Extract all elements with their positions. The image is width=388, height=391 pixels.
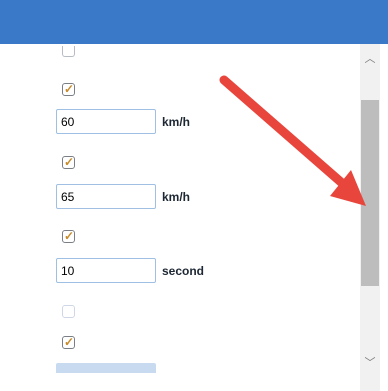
settings-panel: ✓ km/h ✓ km/h ✓ second ✓ — [0, 44, 360, 391]
unit-label: km/h — [162, 115, 191, 129]
unit-label: km/h — [162, 190, 191, 204]
unit-label: second — [162, 264, 205, 278]
checkbox-checked[interactable]: ✓ — [62, 82, 75, 96]
checkmark-icon: ✓ — [64, 155, 75, 169]
checkbox-unchecked[interactable] — [62, 305, 75, 318]
vertical-scrollbar[interactable]: ︿ ﹀ — [360, 44, 380, 391]
app-header-bar — [0, 0, 388, 44]
checkmark-icon: ✓ — [64, 229, 75, 243]
scroll-up-icon[interactable]: ︿ — [360, 49, 380, 69]
speed-input[interactable] — [56, 109, 156, 134]
checkmark-icon: ✓ — [64, 82, 75, 96]
checkbox-checked[interactable]: ✓ — [62, 229, 75, 243]
speed-input[interactable] — [56, 184, 156, 209]
checkbox-checked[interactable]: ✓ — [62, 335, 75, 349]
checkbox-checked[interactable]: ✓ — [62, 155, 75, 169]
scroll-down-icon[interactable]: ﹀ — [360, 353, 380, 373]
duration-input[interactable] — [56, 258, 156, 283]
scrollbar-thumb[interactable] — [361, 100, 379, 286]
text-input-partial[interactable] — [56, 363, 156, 373]
checkbox-unchecked[interactable] — [62, 46, 75, 57]
checkmark-icon: ✓ — [64, 335, 75, 349]
